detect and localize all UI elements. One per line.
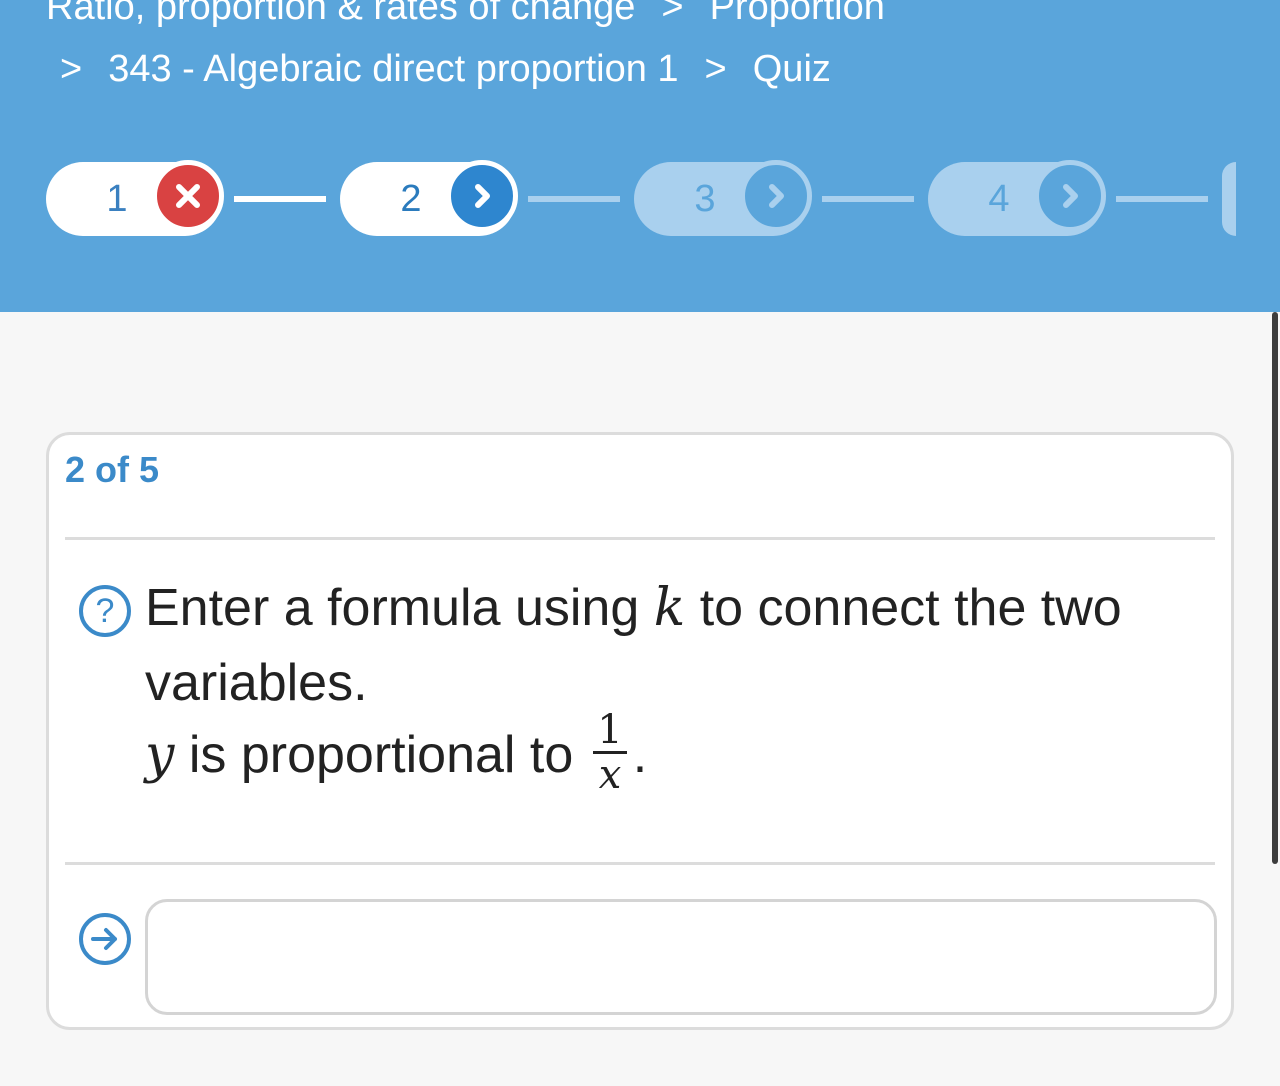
step-number: 3 xyxy=(694,178,716,220)
step-3[interactable]: 3 xyxy=(634,160,812,236)
breadcrumb: >343 - Algebraic direct proportion 1 > Qui… xyxy=(60,48,831,91)
close-icon xyxy=(152,160,224,232)
question-card: 2 of 5 ? Enter a formula using k to conn… xyxy=(46,432,1234,1030)
step-connector xyxy=(1116,196,1208,202)
divider xyxy=(65,862,1215,865)
step-4[interactable]: 4 xyxy=(928,160,1106,236)
question-period: . xyxy=(632,726,648,785)
question-text: Enter a formula using k to connect the t… xyxy=(145,571,1205,721)
breadcrumb-item[interactable]: Proportion xyxy=(710,0,885,28)
chevron-right-icon xyxy=(740,160,812,232)
breadcrumb-separator: > xyxy=(60,48,83,90)
breadcrumb: Ratio, proportion & rates of change > Prop… xyxy=(46,0,885,29)
step-number: 4 xyxy=(988,178,1010,220)
step-connector xyxy=(234,196,326,202)
scrollbar[interactable] xyxy=(1272,312,1278,864)
fraction: 1x xyxy=(593,707,627,798)
math-variable-k: k xyxy=(653,578,686,638)
breadcrumb-item[interactable]: Quiz xyxy=(753,48,831,90)
chevron-right-icon xyxy=(1034,160,1106,232)
question-help-icon[interactable]: ? xyxy=(79,585,131,637)
step-number: 1 xyxy=(106,178,128,220)
question-text-before: Enter a formula using xyxy=(145,579,640,637)
breadcrumb-item[interactable]: Ratio, proportion & rates of change xyxy=(46,0,635,28)
arrow-right-icon xyxy=(79,913,131,965)
quiz-header: Ratio, proportion & rates of change > Prop… xyxy=(0,0,1280,312)
fraction-denominator: x xyxy=(598,752,622,798)
step-1[interactable]: 1 xyxy=(46,160,224,236)
question-relation: is proportional to xyxy=(188,726,574,785)
breadcrumb-separator: > xyxy=(661,0,684,28)
fraction-numerator: 1 xyxy=(597,707,623,753)
chevron-right-icon xyxy=(446,160,518,232)
math-variable-y: y xyxy=(145,725,175,786)
step-connector xyxy=(528,196,620,202)
question-formula-line: y is proportional to 1 x. xyxy=(145,709,648,802)
divider xyxy=(65,537,1215,540)
step-number: 2 xyxy=(400,178,422,220)
question-counter: 2 of 5 xyxy=(65,449,160,490)
step-2[interactable]: 2 xyxy=(340,160,518,236)
answer-input[interactable] xyxy=(145,899,1217,1015)
step-5-partial[interactable] xyxy=(1222,162,1236,236)
breadcrumb-item[interactable]: 343 - Algebraic direct proportion 1 xyxy=(108,48,678,90)
question-stepper: 1 2 3 4 xyxy=(0,160,1280,240)
step-connector xyxy=(822,196,914,202)
breadcrumb-separator: > xyxy=(704,48,727,90)
